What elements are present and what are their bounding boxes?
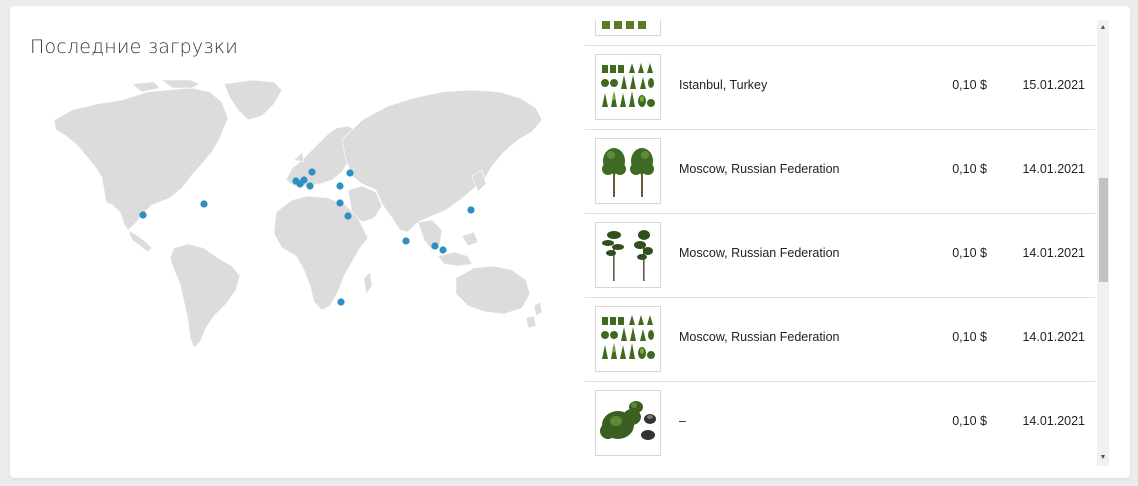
map-marker [467,206,475,214]
recent-downloads-card: Последние загрузки Istanbul, Turkey 0,10… [10,6,1130,478]
model-thumbnail[interactable] [595,222,661,288]
download-row[interactable]: Moscow, Russian Federation 0,10 $ 14.01.… [585,130,1095,214]
download-location: Moscow, Russian Federation [679,330,840,344]
download-row[interactable]: Moscow, Russian Federation 0,10 $ 14.01.… [585,298,1095,382]
download-date: 14.01.2021 [1022,246,1085,260]
north-america-shape [53,87,229,231]
twin-trees-icon [602,148,654,197]
map-marker [306,182,314,190]
download-location: Istanbul, Turkey [679,78,768,92]
model-thumbnail[interactable] [595,306,661,372]
plant-collection-icon [601,63,655,107]
map-marker [344,212,352,220]
download-location: Moscow, Russian Federation [679,162,840,176]
plant-collection-icon [601,315,655,359]
download-row[interactable]: Istanbul, Turkey 0,10 $ 15.01.2021 [585,46,1095,130]
map-marker [200,200,208,208]
download-price: 0,10 $ [952,78,987,92]
bushes-icon [600,401,656,440]
download-date: 14.01.2021 [1022,330,1085,344]
map-marker [308,168,316,176]
world-map [42,80,542,350]
greenland-shape [223,80,283,121]
map-marker [336,199,344,207]
map-marker [431,242,439,250]
australia-shape [455,265,531,315]
map-marker [346,169,354,177]
downloads-list[interactable]: Istanbul, Turkey 0,10 $ 15.01.2021 Mosco… [585,20,1095,466]
download-row[interactable]: – 0,10 $ 14.01.2021 [585,382,1095,466]
model-thumbnail[interactable] [595,54,661,120]
download-date: 15.01.2021 [1022,78,1085,92]
download-price: 0,10 $ [952,246,987,260]
download-date: 14.01.2021 [1022,162,1085,176]
download-price: 0,10 $ [952,414,987,428]
download-location: – [679,414,686,428]
download-date: 14.01.2021 [1022,414,1085,428]
pine-trees-icon [602,230,653,281]
download-row[interactable]: Moscow, Russian Federation 0,10 $ 14.01.… [585,214,1095,298]
model-thumbnail[interactable] [595,138,661,204]
list-scrollbar[interactable]: ▲ ▼ [1097,20,1109,466]
map-marker [139,211,147,219]
scrollbar-thumb[interactable] [1099,178,1108,282]
scroll-down-arrow[interactable]: ▼ [1097,452,1109,464]
model-thumbnail[interactable] [595,390,661,456]
download-location: Moscow, Russian Federation [679,246,840,260]
map-marker [337,298,345,306]
south-america-shape [169,243,241,349]
download-price: 0,10 $ [952,330,987,344]
panel-title: Последние загрузки [30,36,238,58]
map-marker [300,176,308,184]
map-marker [439,246,447,254]
map-marker [402,237,410,245]
download-price: 0,10 $ [952,162,987,176]
download-row[interactable] [585,20,1095,46]
model-thumbnail[interactable] [595,20,661,36]
scroll-up-arrow[interactable]: ▲ [1097,22,1109,34]
map-marker [336,182,344,190]
